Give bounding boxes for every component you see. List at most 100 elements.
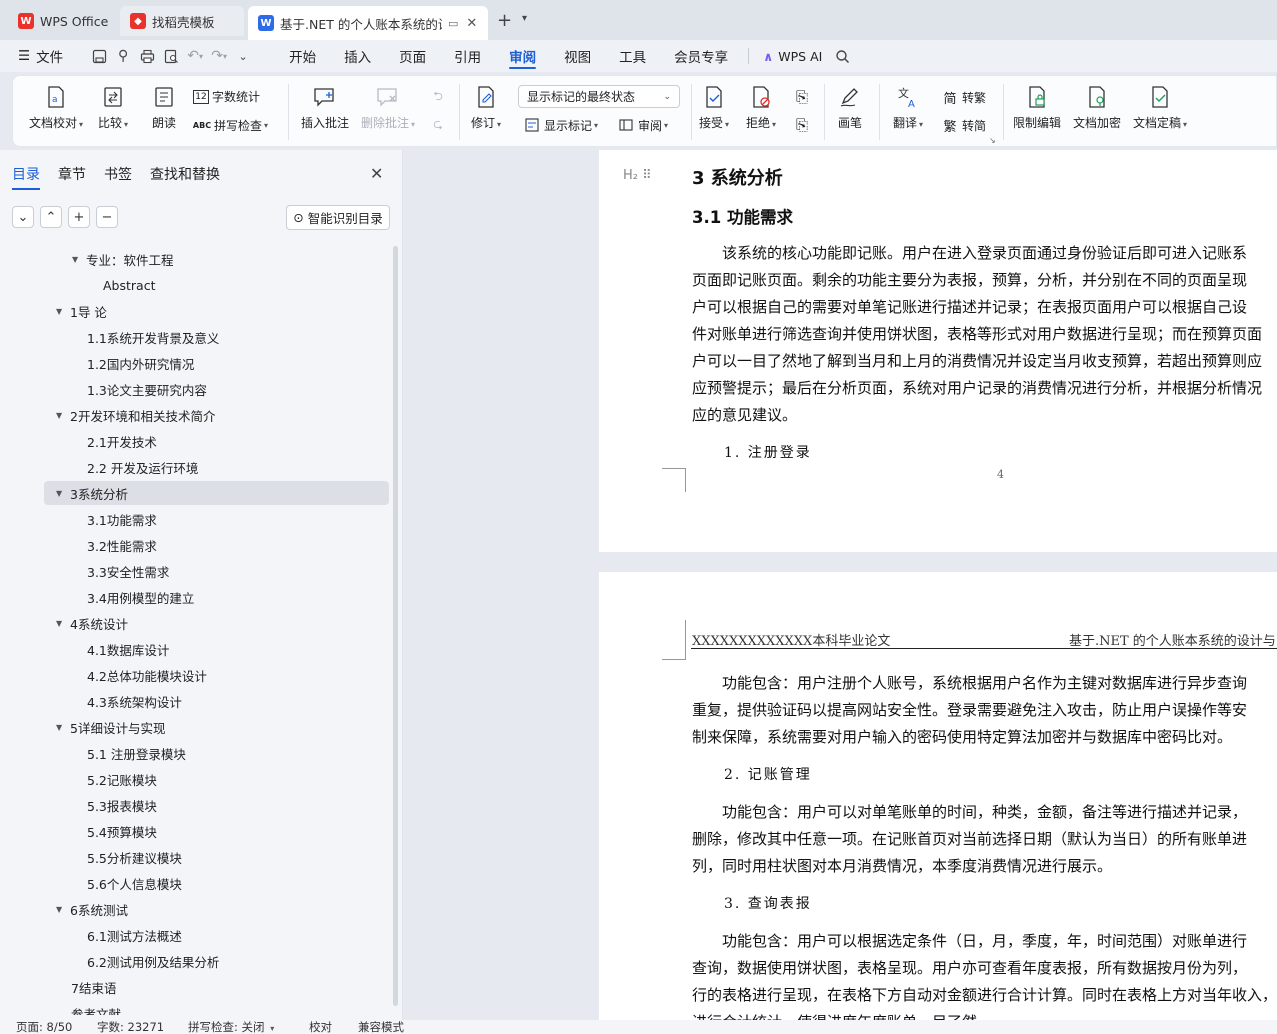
new-tab-plus-icon[interactable]: + (497, 10, 512, 31)
expand-all-icon[interactable]: ⌄ (12, 206, 34, 228)
tab-chapters[interactable]: 章节 (58, 164, 86, 190)
word-count-button[interactable]: 12 字数统计 (193, 88, 260, 105)
print-preview-icon[interactable] (159, 44, 183, 68)
subheading[interactable]: 3. 查询表报 (724, 893, 812, 913)
save-icon[interactable] (87, 44, 111, 68)
toc-item[interactable]: 6.1测试方法概述 (87, 923, 182, 947)
show-markup-button[interactable]: 显示标记 ▾ (523, 116, 598, 134)
tab-wps-office[interactable]: W WPS Office (8, 6, 116, 36)
subheading[interactable]: 2. 记账管理 (724, 764, 812, 784)
quick-access-more-icon[interactable]: ⌄ (231, 44, 255, 68)
toc-item[interactable]: ▼ 4系统设计 (56, 611, 128, 635)
smart-toc-button[interactable]: ⊙ 智能识别目录 (286, 205, 390, 230)
collapse-triangle-icon[interactable]: ▼ (56, 723, 70, 732)
to-traditional-button[interactable]: 简 转繁 (941, 88, 986, 107)
heading-level-marker-icon[interactable]: H₂ ⠿ (623, 168, 652, 183)
tab-find-replace[interactable]: 查找和替换 (150, 164, 220, 190)
toc-item[interactable]: 2.1开发技术 (87, 429, 157, 453)
toc-scrollbar[interactable] (393, 246, 398, 1006)
menu-view[interactable]: 视图 (550, 40, 605, 72)
remove-heading-icon[interactable]: − (96, 206, 118, 228)
review-pane-button[interactable]: 审阅 ▾ (617, 116, 668, 134)
spell-check-status[interactable]: 拼写检查: 关闭 ▾ (188, 1020, 274, 1034)
delete-comment-button[interactable]: 删除批注 ▾ (361, 84, 415, 131)
page-indicator[interactable]: 页面: 8/50 (16, 1020, 72, 1034)
proofread-status[interactable]: 校对 (309, 1020, 332, 1034)
menu-page[interactable]: 页面 (385, 40, 440, 72)
toc-item[interactable]: 5.2记账模块 (87, 767, 157, 791)
track-changes-button[interactable]: 修订 ▾ (471, 84, 501, 131)
ink-button[interactable]: 画笔 (837, 84, 863, 131)
toc-item[interactable]: 5.1 注册登录模块 (87, 741, 186, 765)
undo-icon[interactable]: ↶ ▾ (183, 44, 207, 68)
word-count-indicator[interactable]: 字数: 23271 (97, 1020, 164, 1034)
toc-item[interactable]: 5.3报表模块 (87, 793, 157, 817)
close-tab-icon[interactable]: ✕ (466, 16, 477, 31)
restrict-editing-button[interactable]: 限制编辑 (1013, 84, 1061, 131)
monitor-icon[interactable]: ▭ (448, 17, 458, 30)
collapse-triangle-icon[interactable]: ▼ (56, 489, 70, 498)
tab-document[interactable]: W 基于.NET 的个人账本系统的设 ▭ ✕ (248, 6, 488, 40)
menu-references[interactable]: 引用 (440, 40, 495, 72)
print-icon[interactable] (135, 44, 159, 68)
spell-check-button[interactable]: ABC 拼写检查 ▾ (193, 116, 268, 134)
tab-toc[interactable]: 目录 (12, 164, 40, 190)
prev-change-icon[interactable]: ⎘ (793, 88, 814, 106)
subheading[interactable]: 1. 注册登录 (724, 442, 812, 462)
tab-docer[interactable]: ◆ 找稻壳模板 (120, 6, 244, 36)
redo-icon[interactable]: ↷ ▾ (207, 44, 231, 68)
menu-insert[interactable]: 插入 (330, 40, 385, 72)
add-heading-icon[interactable]: + (68, 206, 90, 228)
collapse-triangle-icon[interactable]: ▼ (72, 255, 86, 264)
toc-item[interactable]: ▼ 2开发环境和相关技术简介 (56, 403, 215, 427)
markup-state-select[interactable]: 显示标记的最终状态 ⌄ (518, 85, 680, 108)
translate-button[interactable]: 文A 翻译 ▾ (893, 84, 923, 131)
menu-tools[interactable]: 工具 (605, 40, 660, 72)
collapse-triangle-icon[interactable]: ▼ (56, 905, 70, 914)
wps-ai-button[interactable]: ∧ WPS AI (755, 40, 830, 72)
toc-item[interactable]: 3.2性能需求 (87, 533, 157, 557)
toc-item[interactable]: 1.2国内外研究情况 (87, 351, 194, 375)
read-aloud-button[interactable]: 朗读 (151, 84, 177, 131)
accept-button[interactable]: 接受 ▾ (699, 84, 729, 131)
menu-review[interactable]: 审阅 (495, 40, 550, 72)
toc-item[interactable]: 6.2测试用例及结果分析 (87, 949, 219, 973)
tab-bookmarks[interactable]: 书签 (104, 164, 132, 190)
next-comment-icon[interactable]: ⮎ (429, 116, 450, 134)
insert-comment-button[interactable]: 插入批注 (301, 84, 349, 131)
toc-item[interactable]: 3.1功能需求 (87, 507, 157, 531)
toc-item[interactable]: ▼ 5详细设计与实现 (56, 715, 165, 739)
toc-item[interactable]: ▼ 专业：软件工程 (72, 247, 174, 271)
toc-item[interactable]: ▼ 1导 论 (56, 299, 107, 323)
encrypt-doc-button[interactable]: 文档加密 (1073, 84, 1121, 131)
toc-item[interactable]: 4.2总体功能模块设计 (87, 663, 207, 687)
collapse-triangle-icon[interactable]: ▼ (56, 307, 70, 316)
next-change-icon[interactable]: ⎘ (793, 116, 814, 134)
file-menu[interactable]: ☰ 文件 (0, 40, 77, 72)
to-simplified-button[interactable]: 繁 转简 (941, 116, 986, 135)
toc-item[interactable]: 4.1数据库设计 (87, 637, 169, 661)
heading-1[interactable]: 3 系统分析 (692, 164, 783, 190)
ribbon-expand-icon[interactable]: ↘ (989, 136, 996, 145)
menu-home[interactable]: 开始 (275, 40, 330, 72)
collapse-all-icon[interactable]: ⌃ (40, 206, 62, 228)
collapse-triangle-icon[interactable]: ▼ (56, 411, 70, 420)
tab-menu-chevron-icon[interactable]: ▾ (522, 13, 527, 24)
prev-comment-icon[interactable]: ⮌ (429, 88, 450, 106)
toc-item[interactable]: 5.6个人信息模块 (87, 871, 182, 895)
menu-member[interactable]: 会员专享 (660, 40, 742, 72)
toc-item[interactable]: ▼ 6系统测试 (56, 897, 128, 921)
toc-item[interactable]: Abstract (103, 273, 155, 297)
compare-button[interactable]: 比较 ▾ (98, 84, 128, 131)
finalize-doc-button[interactable]: 文档定稿 ▾ (1133, 84, 1187, 131)
toc-item[interactable]: 5.5分析建议模块 (87, 845, 182, 869)
toc-item[interactable]: 1.3论文主要研究内容 (87, 377, 207, 401)
collapse-triangle-icon[interactable]: ▼ (56, 619, 70, 628)
toc-item[interactable]: 1.1系统开发背景及意义 (87, 325, 219, 349)
heading-2[interactable]: 3.1 功能需求 (692, 204, 793, 228)
toc-item[interactable]: 3.4用例模型的建立 (87, 585, 194, 609)
doc-check-button[interactable]: a 文档校对 ▾ (29, 84, 83, 131)
reject-button[interactable]: 拒绝 ▾ (746, 84, 776, 131)
toc-item[interactable]: 2.2 开发及运行环境 (87, 455, 198, 479)
toc-item[interactable]: 3.3安全性需求 (87, 559, 169, 583)
